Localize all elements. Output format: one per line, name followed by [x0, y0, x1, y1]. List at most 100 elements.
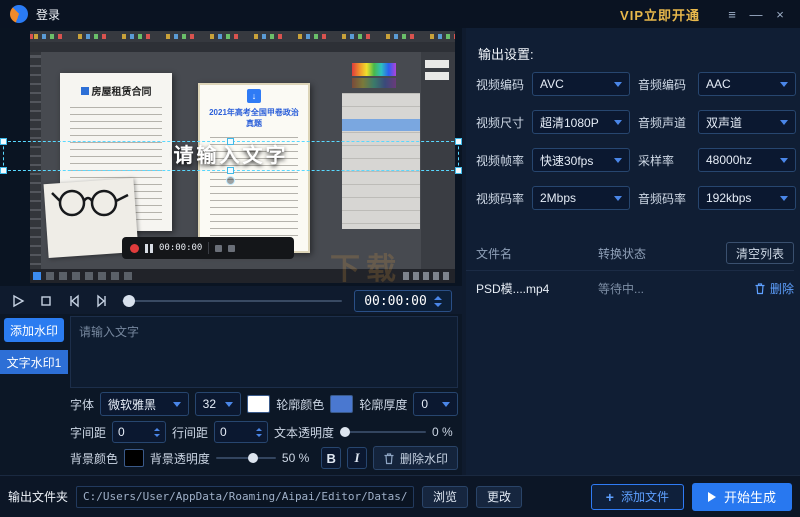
glasses-image [50, 169, 130, 231]
menu-icon[interactable]: ≡ [722, 7, 742, 22]
selected-layer-row [342, 119, 420, 131]
selection-handle[interactable] [455, 138, 462, 145]
time-spinner[interactable] [434, 296, 442, 307]
filename-column-header: 文件名 [476, 245, 598, 262]
video-bitrate-select[interactable]: 2Mbps [532, 186, 630, 210]
video-fps-select[interactable]: 快速30fps [532, 148, 630, 172]
left-document-title: 房屋租赁合同 [92, 83, 152, 98]
video-bitrate-label: 视频码率 [476, 190, 524, 207]
audio-channel-label: 音频声道 [638, 114, 690, 131]
browse-button[interactable]: 浏览 [422, 486, 468, 508]
delete-watermark-button[interactable]: 删除水印 [373, 446, 458, 470]
font-size-select[interactable]: 32 [195, 392, 242, 416]
recorder-tool-icon [228, 245, 235, 252]
title-bar: 登录 VIP立即开通 ≡ — × [0, 0, 800, 28]
italic-button[interactable]: I [347, 447, 367, 469]
file-name: PSD模....mp4 [476, 280, 598, 297]
divider [466, 270, 794, 271]
letter-spacing-stepper[interactable]: 0 [112, 421, 166, 443]
start-menu-icon [33, 272, 41, 280]
preview-area: 房屋租赁合同 ↓ 2021年高考全国甲卷政治真题 00:00:00 [0, 28, 462, 286]
chevron-down-icon [780, 120, 788, 125]
outline-color-swatch[interactable] [330, 395, 353, 413]
next-frame-button[interactable] [94, 293, 110, 309]
preview-options-bar [30, 42, 455, 52]
file-status: 等待中... [598, 280, 708, 297]
slider-knob[interactable] [340, 427, 350, 437]
playback-controls: 00:00:00 [0, 288, 462, 314]
sample-rate-label: 采样率 [638, 152, 690, 169]
text-opacity-value: 0 % [432, 425, 453, 439]
chevron-down-icon [614, 158, 622, 163]
outline-width-label: 轮廓厚度 [359, 396, 407, 413]
selection-handle[interactable] [227, 167, 234, 174]
rotate-handle[interactable] [226, 176, 235, 185]
seek-knob[interactable] [123, 295, 135, 307]
bg-opacity-slider[interactable] [216, 457, 276, 459]
text-input-placeholder: 请输入文字 [79, 325, 139, 339]
audio-bitrate-select[interactable]: 192kbps [698, 186, 796, 210]
download-badge-icon: ↓ [247, 89, 261, 103]
line-spacing-label: 行间距 [172, 424, 208, 441]
text-opacity-label: 文本透明度 [274, 424, 334, 441]
status-column-header: 转换状态 [598, 245, 708, 262]
change-button[interactable]: 更改 [476, 486, 522, 508]
app-window: 登录 VIP立即开通 ≡ — × 房屋租赁合同 ↓ 2021年高考全国甲卷政治真… [0, 0, 800, 517]
watermark-text-input[interactable]: 请输入文字 [70, 316, 458, 388]
font-color-swatch[interactable] [247, 395, 270, 413]
selection-handle[interactable] [0, 167, 7, 174]
prev-frame-button[interactable] [66, 293, 82, 309]
taskbar-tray [403, 272, 451, 280]
watermark-list: 添加水印 文字水印1 [0, 316, 68, 474]
chevron-down-icon [173, 402, 181, 407]
seek-slider[interactable] [122, 300, 342, 302]
stop-button[interactable] [38, 293, 54, 309]
audio-channel-select[interactable]: 双声道 [698, 110, 796, 134]
font-settings-row: 字体 微软雅黑 32 轮廓颜色 轮廓厚度 0 [70, 392, 458, 416]
minimize-icon[interactable]: — [746, 7, 766, 22]
chevron-down-icon [614, 196, 622, 201]
add-watermark-button[interactable]: 添加水印 [4, 318, 64, 342]
background-settings-row: 背景颜色 背景透明度 50 % B I 删除水印 [70, 446, 458, 470]
file-list-row[interactable]: PSD模....mp4 等待中... 删除 [476, 280, 794, 297]
slider-knob[interactable] [248, 453, 258, 463]
bg-color-swatch[interactable] [124, 449, 144, 467]
time-display[interactable]: 00:00:00 [354, 290, 452, 312]
plus-icon: + [606, 489, 614, 505]
play-button[interactable] [10, 293, 26, 309]
bold-button[interactable]: B [321, 447, 341, 469]
selection-handle[interactable] [0, 138, 7, 145]
chevron-down-icon [614, 82, 622, 87]
outline-width-select[interactable]: 0 [413, 392, 458, 416]
output-path-input[interactable] [76, 486, 414, 508]
center-document-title: 2021年高考全国甲卷政治真题 [200, 107, 308, 129]
line-spacing-stepper[interactable]: 0 [214, 421, 268, 443]
vip-upgrade-button[interactable]: VIP立即开通 [620, 5, 700, 24]
login-button[interactable]: 登录 [36, 6, 60, 23]
file-list-header: 文件名 转换状态 清空列表 [476, 242, 794, 264]
chevron-down-icon [780, 158, 788, 163]
font-family-select[interactable]: 微软雅黑 [100, 392, 189, 416]
video-codec-select[interactable]: AVC [532, 72, 630, 96]
preview-taskbar [30, 269, 455, 283]
chevron-down-icon [225, 402, 233, 407]
chevron-down-icon [614, 120, 622, 125]
chevron-down-icon [780, 196, 788, 201]
trash-icon [754, 282, 766, 295]
text-opacity-slider[interactable] [340, 431, 426, 433]
recorder-tool-icon [215, 245, 222, 252]
video-fps-label: 视频帧率 [476, 152, 524, 169]
video-size-select[interactable]: 超清1080P [532, 110, 630, 134]
clear-list-button[interactable]: 清空列表 [726, 242, 794, 264]
watermark-item[interactable]: 文字水印1 [0, 350, 68, 374]
output-folder-label: 输出文件夹 [8, 488, 68, 505]
delete-file-button[interactable]: 删除 [754, 280, 794, 297]
close-icon[interactable]: × [770, 7, 790, 22]
add-file-button[interactable]: + 添加文件 [591, 484, 684, 510]
audio-codec-select[interactable]: AAC [698, 72, 796, 96]
selection-handle[interactable] [227, 138, 234, 145]
start-generate-button[interactable]: 开始生成 [692, 483, 792, 511]
selection-handle[interactable] [455, 167, 462, 174]
audio-bitrate-label: 音频码率 [638, 190, 690, 207]
sample-rate-select[interactable]: 48000hz [698, 148, 796, 172]
